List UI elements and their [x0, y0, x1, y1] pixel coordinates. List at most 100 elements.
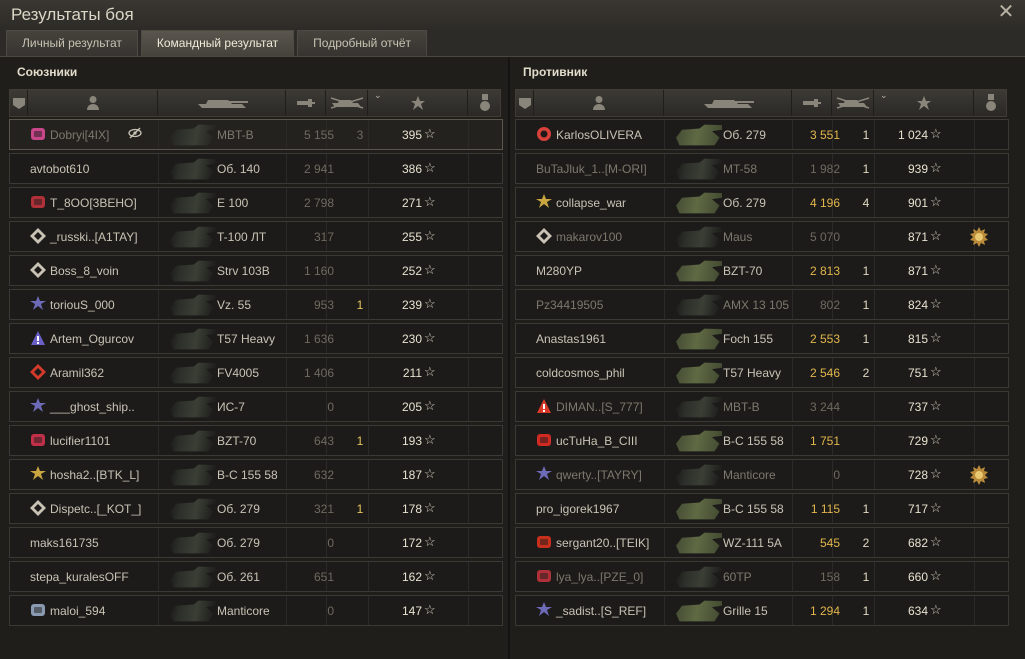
player-row[interactable]: ___ghost_ship.. ИС-7 0 205 ☆	[9, 391, 503, 422]
player-name[interactable]: maks161735	[30, 536, 99, 550]
player-name[interactable]: sergant20..[TEIK]	[556, 536, 649, 550]
player-name[interactable]: Aramil362	[50, 366, 104, 380]
player-name[interactable]: Dobryi[4IX]	[50, 128, 109, 142]
player-row[interactable]: sergant20..[TEIK] WZ-111 5A 545 2 682 ☆	[515, 527, 1009, 558]
player-row[interactable]: ucTuHa_B_CIII B-C 155 58 1 751 729 ☆	[515, 425, 1009, 456]
player-row[interactable]: lya_lya..[PZE_0] 60TP 158 1 660 ☆	[515, 561, 1009, 592]
player-row[interactable]: qwerty..[TAYRY] Manticore 0 728 ☆	[515, 459, 1009, 490]
xp-value: 815	[907, 332, 928, 346]
vehicle-name: T57 Heavy	[723, 366, 782, 380]
player-row[interactable]: KarlosOLIVERA Об. 279 3 551 1 1 024 ☆	[515, 119, 1009, 150]
player-name[interactable]: coldcosmos_phil	[536, 366, 625, 380]
header-damage-icon[interactable]	[792, 90, 832, 116]
player-name[interactable]: KarlosOLIVERA	[556, 128, 642, 142]
medal-icon	[985, 94, 997, 112]
medal-icon[interactable]	[969, 465, 989, 485]
player-row[interactable]: maks161735 Об. 279 0 172 ☆	[9, 527, 503, 558]
player-row[interactable]: avtobot610 Об. 140 2 941 386 ☆	[9, 153, 503, 184]
tab-team-result[interactable]: Командный результат	[140, 30, 295, 56]
column-separator	[468, 392, 469, 421]
header-xp-star-icon[interactable]: ⌄	[368, 90, 468, 116]
header-medal-icon[interactable]	[468, 90, 502, 116]
header-squad-icon[interactable]	[516, 90, 534, 116]
xp-value: 871	[907, 230, 928, 244]
player-name[interactable]: T_8OO[3BEHO]	[50, 196, 137, 210]
player-name[interactable]: _russki..[A1TAY]	[50, 230, 138, 244]
player-row[interactable]: collapse_war Об. 279 4 196 4 901 ☆	[515, 187, 1009, 218]
player-name[interactable]: M280YP	[536, 264, 582, 278]
player-name[interactable]: Anastas1961	[536, 332, 606, 346]
player-row[interactable]: stepa_kuralesOFF Об. 261 651 162 ☆	[9, 561, 503, 592]
player-row[interactable]: toriouS_000 Vz. 55 953 1 239 ☆	[9, 289, 503, 320]
player-name[interactable]: _sadist..[S_REF]	[556, 604, 646, 618]
vehicle-image	[676, 362, 722, 384]
player-name[interactable]: avtobot610	[30, 162, 89, 176]
xp-star-icon	[410, 95, 426, 111]
header-squad-icon[interactable]	[10, 90, 28, 116]
header-medal-icon[interactable]	[974, 90, 1008, 116]
player-row[interactable]: maloi_594 Manticore 0 147 ☆	[9, 595, 503, 626]
header-player-icon[interactable]	[534, 90, 664, 116]
player-name[interactable]: stepa_kuralesOFF	[30, 570, 129, 584]
tab-detailed-report[interactable]: Подробный отчёт	[297, 30, 428, 56]
medal-icon[interactable]	[969, 227, 989, 247]
player-row[interactable]: coldcosmos_phil T57 Heavy 2 546 2 751 ☆	[515, 357, 1009, 388]
header-kills-icon[interactable]	[326, 90, 368, 116]
vehicle-name: MBT-B	[723, 400, 760, 414]
player-row[interactable]: Dispetc..[_KOT_] Об. 279 321 1 178 ☆	[9, 493, 503, 524]
player-name[interactable]: hosha2..[BTK_L]	[50, 468, 139, 482]
player-name[interactable]: DIMAN..[S_777]	[556, 400, 643, 414]
player-name[interactable]: ___ghost_ship..	[50, 400, 135, 414]
player-row[interactable]: Boss_8_voin Strv 103B 1 160 252 ☆	[9, 255, 503, 286]
player-name[interactable]: BuTaJluk_1..[M-ORI]	[536, 162, 647, 176]
header-tank-icon[interactable]	[158, 90, 286, 116]
player-row[interactable]: lucifier1101 BZT-70 643 1 193 ☆	[9, 425, 503, 456]
player-name[interactable]: qwerty..[TAYRY]	[556, 468, 642, 482]
player-name[interactable]: toriouS_000	[50, 298, 115, 312]
results-content: Союзники ⌄ Dobryi[4IX] MBT-B 5 155 3 395 ☆ avt…	[0, 56, 1025, 659]
close-icon[interactable]: ✕	[997, 2, 1015, 22]
header-kills-icon[interactable]	[832, 90, 874, 116]
column-separator	[974, 256, 975, 285]
player-row[interactable]: hosha2..[BTK_L] B-C 155 58 632 187 ☆	[9, 459, 503, 490]
player-name[interactable]: Dispetc..[_KOT_]	[50, 502, 141, 516]
player-name[interactable]: maloi_594	[50, 604, 105, 618]
player-row[interactable]: _russki..[A1TAY] T-100 ЛТ 317 255 ☆	[9, 221, 503, 252]
player-row[interactable]: Anastas1961 Foch 155 2 553 1 815 ☆	[515, 323, 1009, 354]
player-name[interactable]: Boss_8_voin	[50, 264, 119, 278]
player-name[interactable]: pro_igorek1967	[536, 502, 619, 516]
xp-value: 1 024	[897, 128, 928, 142]
player-row[interactable]: Dobryi[4IX] MBT-B 5 155 3 395 ☆	[9, 119, 503, 150]
xp-star-icon: ☆	[930, 466, 942, 481]
player-row[interactable]: makarov100 Maus 5 070 871 ☆	[515, 221, 1009, 252]
player-row[interactable]: M280YP BZT-70 2 813 1 871 ☆	[515, 255, 1009, 286]
player-name[interactable]: lucifier1101	[50, 434, 110, 448]
player-row[interactable]: DIMAN..[S_777] MBT-B 3 244 737 ☆	[515, 391, 1009, 422]
header-xp-star-icon[interactable]: ⌄	[874, 90, 974, 116]
player-row[interactable]: _sadist..[S_REF] Grille 15 1 294 1 634 ☆	[515, 595, 1009, 626]
player-name[interactable]: lya_lya..[PZE_0]	[556, 570, 643, 584]
sort-arrow-icon: ⌄	[374, 90, 382, 100]
damage-value: 5 070	[809, 230, 840, 244]
column-separator	[468, 324, 469, 353]
xp-value: 255	[401, 230, 422, 244]
xp-value: 682	[907, 536, 928, 550]
player-name[interactable]: makarov100	[556, 230, 622, 244]
player-name[interactable]: Pz34419505	[536, 298, 603, 312]
player-row[interactable]: T_8OO[3BEHO] E 100 2 798 271 ☆	[9, 187, 503, 218]
header-player-icon[interactable]	[28, 90, 158, 116]
player-name[interactable]: ucTuHa_B_CIII	[556, 434, 638, 448]
player-row[interactable]: Pz34419505 AMX 13 105 802 1 824 ☆	[515, 289, 1009, 320]
header-tank-icon[interactable]	[664, 90, 792, 116]
player-row[interactable]: Artem_Ogurcov T57 Heavy 1 636 230 ☆	[9, 323, 503, 354]
player-row[interactable]: pro_igorek1967 B-C 155 58 1 115 1 717 ☆	[515, 493, 1009, 524]
clan-badge-wolf-icon	[30, 602, 46, 618]
tab-personal-result[interactable]: Личный результат	[6, 30, 138, 56]
player-row[interactable]: Aramil362 FV4005 1 406 211 ☆	[9, 357, 503, 388]
header-damage-icon[interactable]	[286, 90, 326, 116]
player-row[interactable]: BuTaJluk_1..[M-ORI] MT-58 1 982 1 939 ☆	[515, 153, 1009, 184]
player-name[interactable]: Artem_Ogurcov	[50, 332, 134, 346]
column-separator	[974, 528, 975, 557]
column-separator	[874, 460, 875, 489]
player-name[interactable]: collapse_war	[556, 196, 626, 210]
